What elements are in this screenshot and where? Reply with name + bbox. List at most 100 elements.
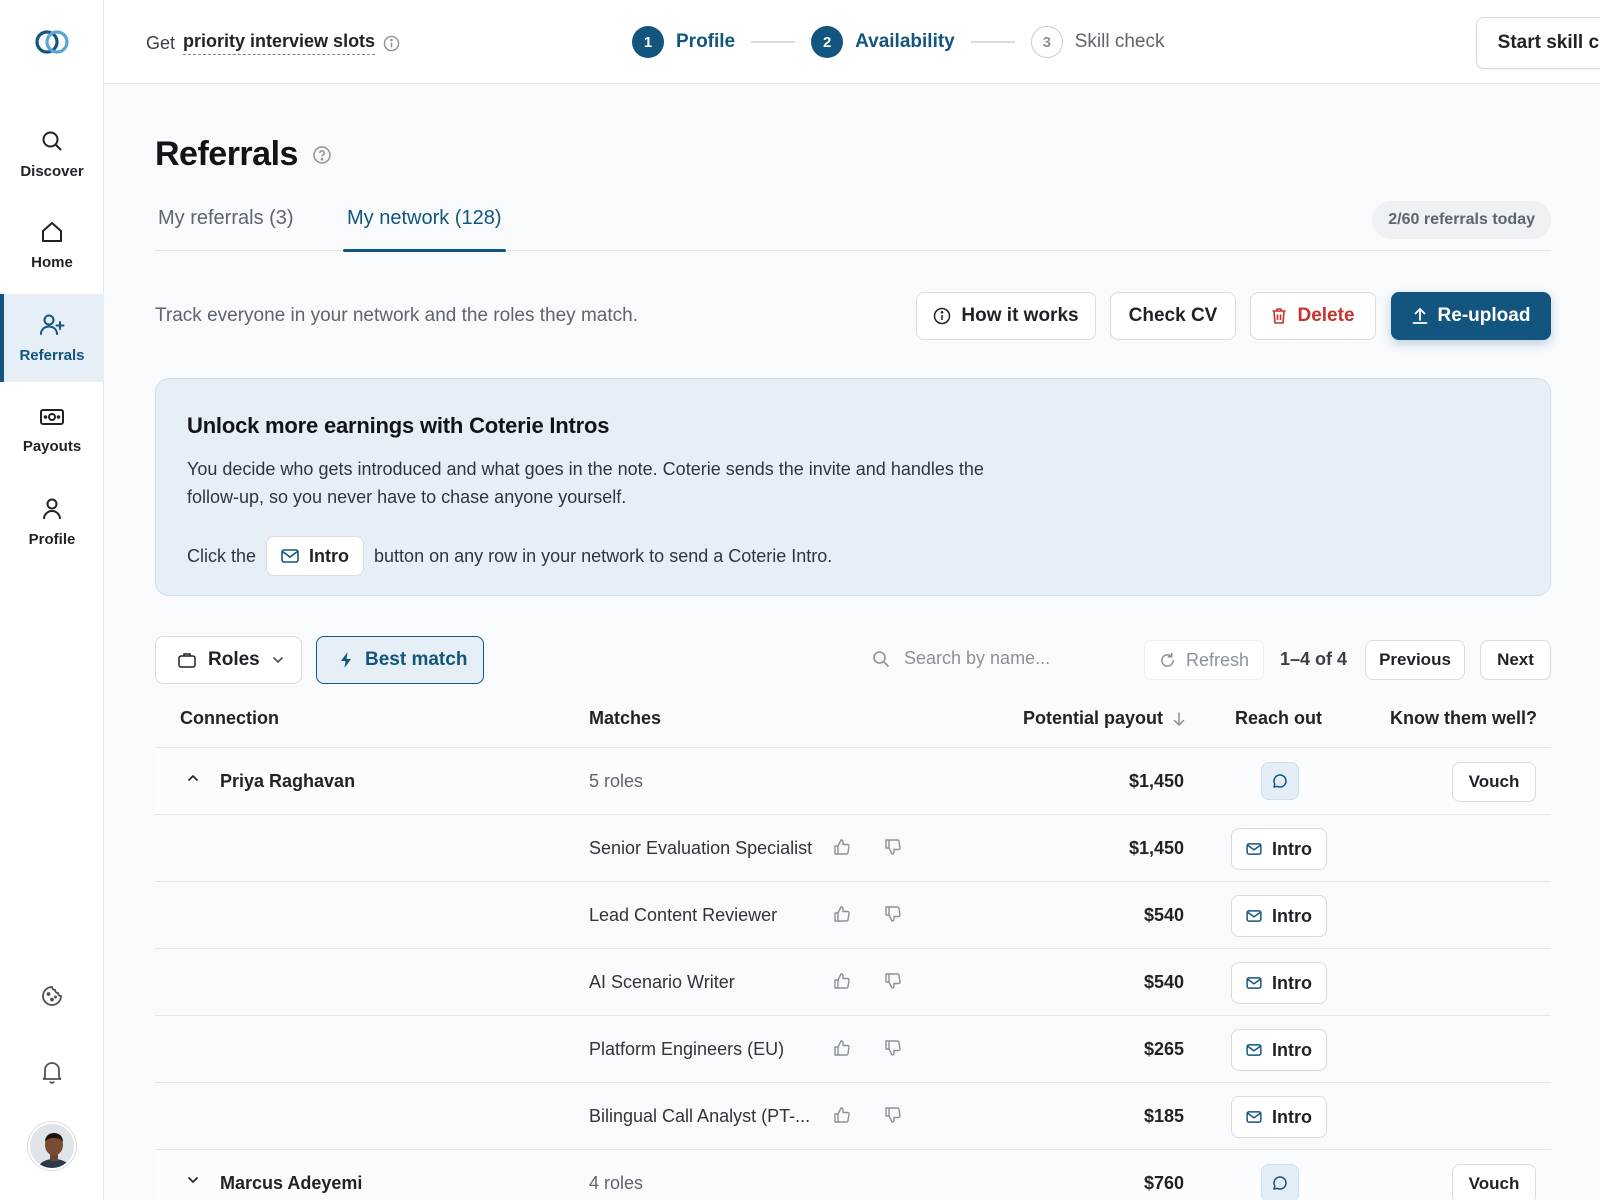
sidebar-item-home[interactable]: Home	[0, 201, 104, 289]
sidebar-item-profile[interactable]: Profile	[0, 478, 104, 566]
step-availability[interactable]: 2 Availability	[811, 26, 955, 58]
lightning-icon	[339, 651, 353, 669]
table-row[interactable]: Priya Raghavan 5 roles $1,450 Vouch	[155, 748, 1551, 815]
page-title-text: Referrals	[155, 135, 298, 173]
arrow-down-icon	[1173, 711, 1185, 726]
best-match-toggle[interactable]: Best match	[316, 636, 484, 684]
refresh-icon	[1159, 652, 1176, 669]
payout-amount: $185	[1143, 1106, 1184, 1126]
refresh-button[interactable]: Refresh	[1144, 640, 1264, 680]
tab-my-referrals[interactable]: My referrals (3)	[158, 207, 294, 251]
vouch-button[interactable]: Vouch	[1452, 1164, 1536, 1200]
table-row: AI Scenario Writer $540 Intro	[155, 949, 1551, 1016]
top-bar: Get priority interview slots 1 Profile 2…	[104, 0, 1600, 84]
page-title: Referrals	[155, 135, 332, 174]
intro-button[interactable]: Intro	[1231, 828, 1327, 870]
network-description: Track everyone in your network and the r…	[155, 305, 638, 326]
avatar[interactable]	[28, 1122, 76, 1170]
reupload-button[interactable]: Re-upload	[1391, 292, 1551, 340]
sidebar-item-referrals[interactable]: Referrals	[0, 294, 104, 382]
search-icon	[872, 650, 890, 668]
thumbs-down-icon[interactable]	[884, 905, 902, 923]
step-profile[interactable]: 1 Profile	[632, 26, 735, 58]
column-label: Potential payout	[1023, 708, 1164, 728]
bell-icon[interactable]	[38, 1058, 66, 1086]
chat-icon	[1273, 774, 1287, 788]
column-potential-payout[interactable]: Potential payout	[1023, 708, 1185, 729]
column-matches[interactable]: Matches	[589, 708, 661, 729]
table-row: Platform Engineers (EU) $265 Intro	[155, 1016, 1551, 1083]
match-role: Senior Evaluation Specialist	[589, 838, 813, 858]
next-page-button[interactable]: Next	[1480, 640, 1551, 680]
start-skill-check-button[interactable]: Start skill check	[1476, 17, 1600, 69]
column-connection[interactable]: Connection	[180, 708, 279, 729]
sidebar-item-discover[interactable]: Discover	[0, 110, 104, 198]
column-know-them-well: Know them well?	[1390, 708, 1538, 728]
sidebar-item-payouts[interactable]: Payouts	[0, 386, 104, 474]
vouch-button[interactable]: Vouch	[1452, 762, 1536, 802]
thumbs-down-icon[interactable]	[884, 972, 902, 990]
column-reach-out: Reach out	[1235, 708, 1323, 728]
pagination-range: 1–4 of 4	[1280, 649, 1348, 669]
payout-amount: $1,450	[1128, 771, 1184, 791]
chevron-up-icon[interactable]	[187, 774, 199, 782]
match-role: AI Scenario Writer	[589, 972, 735, 992]
intro-button[interactable]: Intro	[1231, 1096, 1327, 1138]
step-number: 3	[1030, 26, 1063, 58]
intro-button[interactable]: Intro	[1231, 1029, 1327, 1071]
roles-filter-dropdown[interactable]: Roles	[155, 636, 302, 684]
table-row: Bilingual Call Analyst (PT-... $185 Intr…	[155, 1083, 1551, 1150]
intro-chip: Intro	[266, 536, 365, 576]
previous-page-button[interactable]: Previous	[1365, 640, 1465, 680]
button-label: How it works	[961, 305, 1079, 326]
check-cv-button[interactable]: Check CV	[1110, 292, 1236, 340]
message-button[interactable]	[1261, 1164, 1299, 1200]
step-skill-check[interactable]: 3 Skill check	[1030, 26, 1165, 58]
thumbs-up-icon[interactable]	[833, 1039, 851, 1057]
tab-my-network[interactable]: My network (128)	[343, 207, 505, 252]
best-match-label: Best match	[365, 649, 468, 670]
step-number: 1	[632, 26, 664, 58]
step-number: 2	[811, 26, 844, 58]
thumbs-up-icon[interactable]	[833, 838, 851, 856]
coterie-logo[interactable]	[34, 28, 70, 56]
onboarding-stepper: 1 Profile 2 Availability 3 Skill check	[632, 25, 1165, 59]
tabs: My referrals (3) My network (128) 2/60 r…	[155, 195, 1551, 252]
table-row[interactable]: Marcus Adeyemi 4 roles $760 Vouch	[155, 1150, 1551, 1200]
search-placeholder: Search by name...	[904, 648, 1051, 668]
button-label: Re-upload	[1437, 305, 1531, 326]
help-icon[interactable]	[312, 145, 332, 165]
home-icon	[40, 220, 64, 244]
thumbs-down-icon[interactable]	[884, 838, 902, 856]
banner-hint: Click the Intro button on any row in you…	[187, 536, 832, 576]
mail-icon	[1246, 977, 1262, 989]
delete-button[interactable]: Delete	[1250, 292, 1376, 340]
thumbs-up-icon[interactable]	[833, 905, 851, 923]
info-icon[interactable]	[383, 35, 400, 52]
hint-after: button on any row in your network to sen…	[374, 545, 833, 566]
referral-quota-badge: 2/60 referrals today	[1372, 201, 1551, 239]
thumbs-up-icon[interactable]	[833, 1106, 851, 1124]
thumbs-down-icon[interactable]	[884, 1039, 902, 1057]
chevron-down-icon[interactable]	[187, 1176, 199, 1184]
mail-icon	[281, 549, 299, 563]
thumbs-down-icon[interactable]	[884, 1106, 902, 1124]
payout-amount: $1,450	[1128, 838, 1184, 858]
search-input[interactable]: Search by name...	[872, 648, 1050, 669]
promo-link[interactable]: priority interview slots	[183, 31, 376, 55]
coterie-intros-banner: Unlock more earnings with Coterie Intros…	[155, 378, 1551, 596]
how-it-works-button[interactable]: How it works	[916, 292, 1096, 340]
thumbs-up-icon[interactable]	[833, 972, 851, 990]
promo-prefix: Get	[146, 32, 176, 53]
connection-name: Marcus Adeyemi	[220, 1173, 363, 1193]
priority-promo[interactable]: Get priority interview slots	[146, 31, 400, 55]
intro-button[interactable]: Intro	[1231, 895, 1327, 937]
chevron-down-icon	[272, 656, 284, 664]
table-row: Senior Evaluation Specialist $1,450 Intr…	[155, 815, 1551, 882]
roles-count: 5 roles	[589, 771, 644, 791]
cookie-icon[interactable]	[38, 982, 66, 1010]
intro-label: Intro	[1272, 1106, 1312, 1127]
step-connector	[751, 41, 796, 43]
message-button[interactable]	[1261, 762, 1299, 800]
intro-button[interactable]: Intro	[1231, 962, 1327, 1004]
